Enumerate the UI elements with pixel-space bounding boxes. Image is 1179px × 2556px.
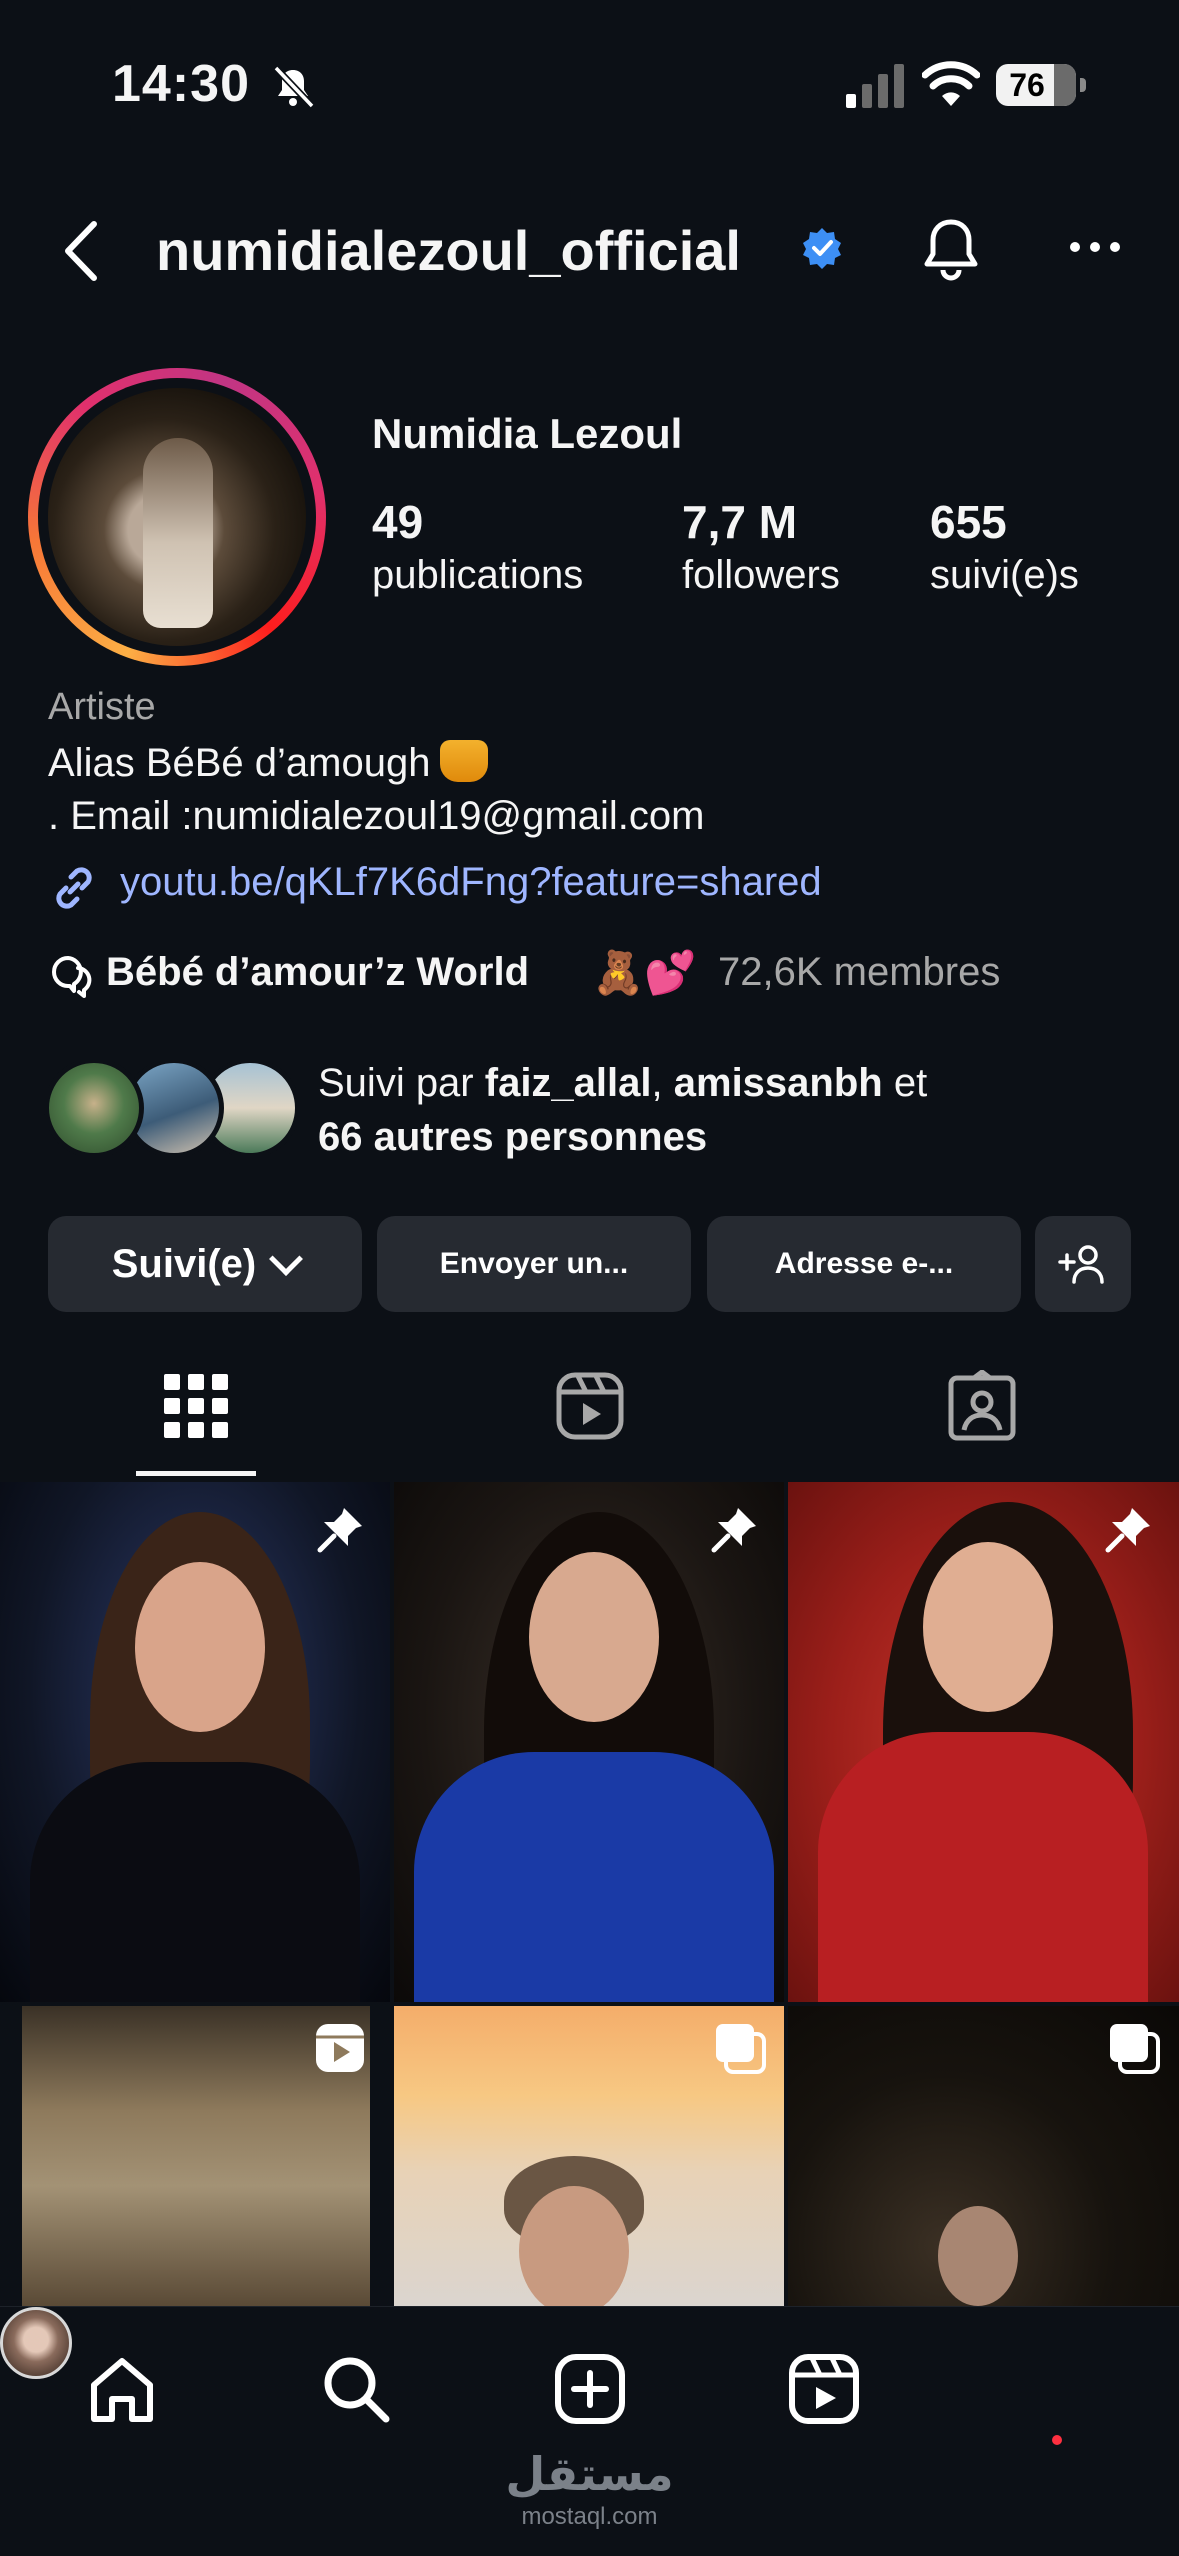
back-arrow-icon[interactable]: [56, 218, 110, 284]
wifi-icon: [922, 61, 980, 106]
following-button-label: Suivi(e): [111, 1241, 257, 1286]
carousel-icon: [716, 2024, 766, 2074]
reels-icon[interactable]: [786, 2351, 862, 2427]
stat-posts-label: publications: [372, 553, 584, 597]
bio-line-1: Alias BéBé d’amough: [48, 740, 489, 786]
carousel-icon: [1110, 2024, 1160, 2074]
profile-category: Artiste: [48, 686, 156, 728]
channel-name: Bébé d’amour’z World: [106, 950, 530, 994]
mutual-user-2: amissanbh: [673, 1061, 883, 1105]
message-button-label: Envoyer un...: [439, 1247, 629, 1280]
stat-followers-value: 7,7 M: [682, 496, 798, 548]
mutual-others-count: 66 autres personnes: [318, 1115, 708, 1159]
watermark-arabic: مستقل: [505, 2447, 674, 2501]
profile-nav-avatar[interactable]: [0, 2307, 72, 2379]
profile-avatar-story-ring[interactable]: [28, 368, 326, 666]
reels-tab-icon[interactable]: [554, 1370, 626, 1442]
followed-by-separator: ,: [651, 1061, 674, 1105]
create-post-icon[interactable]: [552, 2351, 628, 2427]
broadcast-channel-icon: [52, 956, 92, 998]
pin-icon: [317, 1508, 362, 1553]
pin-icon: [1105, 1508, 1150, 1553]
profile-display-name: Numidia Lezoul: [372, 410, 683, 457]
message-button[interactable]: Envoyer un...: [377, 1216, 691, 1312]
search-icon[interactable]: [318, 2351, 394, 2427]
bell-off-icon: [273, 65, 315, 109]
stat-followers[interactable]: 7,7 M followers: [682, 495, 840, 598]
profile-header: numidialezoul_official: [0, 190, 1179, 310]
chevron-down-icon: [269, 1242, 304, 1276]
suggested-users-button[interactable]: [1035, 1216, 1131, 1312]
post-thumbnail[interactable]: [788, 1482, 1179, 2002]
following-button[interactable]: Suivi(e): [48, 1216, 362, 1312]
email-button[interactable]: Adresse e-...: [707, 1216, 1021, 1312]
channel-emoji: 🧸💕: [592, 948, 697, 997]
mutual-follower-avatar: [44, 1058, 144, 1158]
bio-alias-text: Alias BéBé d’amough: [48, 741, 431, 785]
notification-dot: [1052, 2435, 1062, 2445]
notifications-bell-icon[interactable]: [918, 216, 984, 286]
more-options-icon[interactable]: [1068, 238, 1122, 256]
status-bar: 14:30 76: [0, 0, 1179, 170]
stat-following-value: 655: [930, 496, 1007, 548]
post-thumbnail[interactable]: [22, 2006, 370, 2306]
watermark-latin: mostaql.com: [521, 2503, 658, 2530]
followed-by-prefix: Suivi par: [318, 1061, 485, 1105]
stat-followers-label: followers: [682, 553, 840, 597]
post-thumbnail[interactable]: [788, 2006, 1179, 2306]
link-icon: [56, 867, 92, 909]
watermark: مستقل mostaql.com: [0, 2447, 1179, 2531]
bio-line-2: . Email :numidialezoul19@gmail.com: [48, 794, 705, 838]
cellular-signal-icon: [846, 64, 904, 108]
email-button-label: Adresse e-...: [774, 1247, 954, 1280]
status-time: 14:30: [112, 55, 250, 113]
honey-pot-icon: [440, 740, 489, 782]
bio-link-text[interactable]: youtu.be/qKLf7K6dFng?feature=shared: [120, 860, 822, 905]
verified-badge-icon: [803, 228, 841, 269]
battery-indicator: 76: [996, 64, 1086, 106]
grid-tab-icon[interactable]: [160, 1370, 232, 1442]
battery-level: 76: [1009, 67, 1045, 103]
channel-members-count: 72,6K membres: [718, 950, 1001, 994]
bottom-navigation: مستقل mostaql.com: [0, 2306, 1179, 2556]
stat-posts[interactable]: 49 publications: [372, 495, 583, 598]
profile-avatar: [48, 388, 306, 646]
stat-following[interactable]: 655 suivi(e)s: [930, 495, 1079, 598]
post-thumbnail[interactable]: [394, 1482, 784, 2002]
followed-by-suffix: et: [882, 1061, 928, 1105]
home-icon[interactable]: [84, 2351, 160, 2427]
pin-icon: [711, 1508, 756, 1553]
tagged-tab-icon[interactable]: [946, 1370, 1018, 1442]
stat-following-label: suivi(e)s: [930, 553, 1079, 597]
followed-by-text[interactable]: Suivi par faiz_allal, amissanbh et 66 aut…: [318, 1056, 927, 1164]
mutual-user-1: faiz_allal: [484, 1061, 652, 1105]
post-thumbnail[interactable]: [394, 2006, 784, 2306]
post-thumbnail[interactable]: [0, 1482, 390, 2002]
profile-username: numidialezoul_official: [156, 219, 741, 282]
reel-icon: [316, 2024, 364, 2072]
stat-posts-value: 49: [372, 496, 424, 548]
active-tab-indicator: [136, 1471, 256, 1476]
add-person-icon: [1058, 1245, 1104, 1284]
